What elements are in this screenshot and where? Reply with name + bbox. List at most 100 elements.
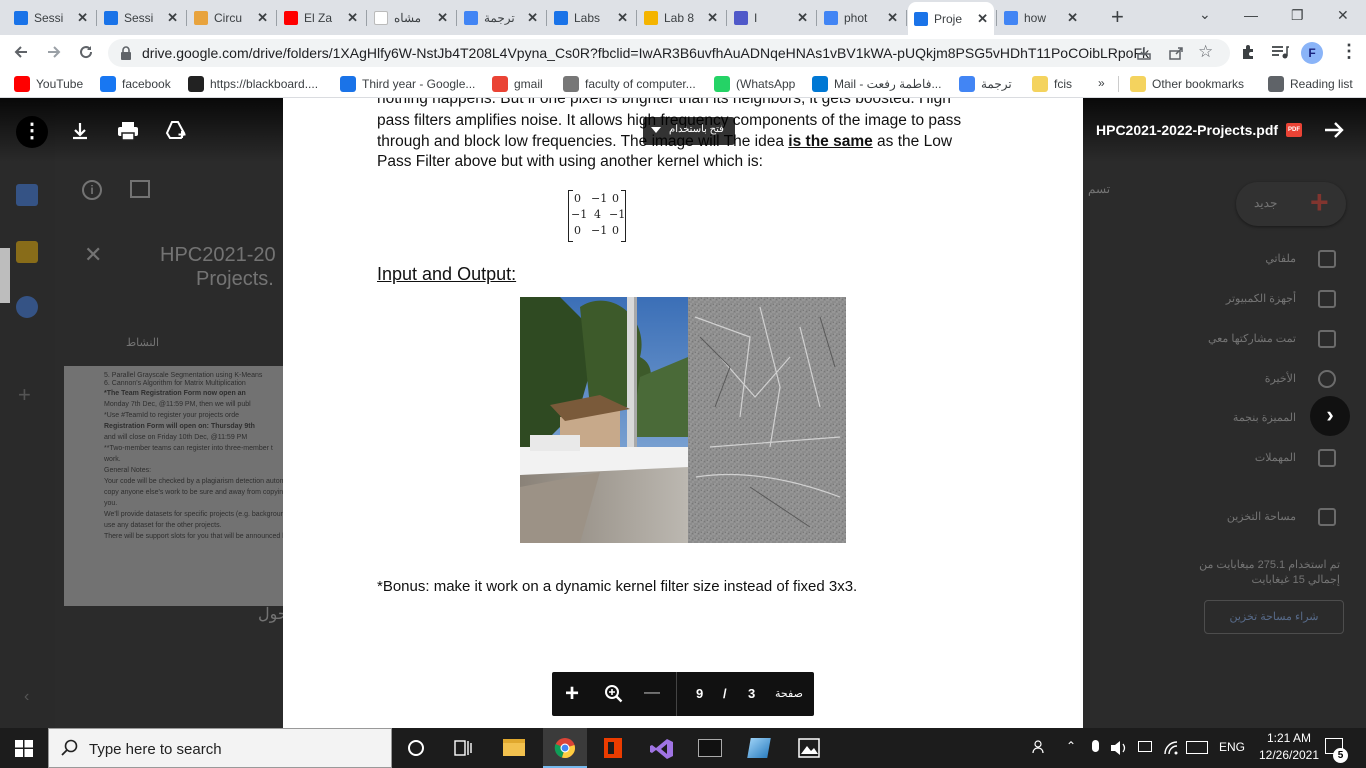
file-explorer-icon[interactable] bbox=[503, 739, 525, 756]
search-icon bbox=[61, 739, 78, 756]
address-bar[interactable]: drive.google.com/drive/folders/1XAgHlfy6… bbox=[108, 39, 1230, 67]
new-tab-icon[interactable]: + bbox=[1111, 4, 1124, 30]
kernel-cell: −1 bbox=[591, 224, 608, 237]
next-file-button[interactable]: › bbox=[1310, 396, 1350, 436]
page-current-input[interactable]: 3 bbox=[748, 686, 755, 701]
windows-start-icon[interactable] bbox=[15, 740, 33, 757]
bookmark-favicon-icon bbox=[812, 76, 828, 92]
install-app-icon[interactable] bbox=[1136, 45, 1152, 61]
visual-studio-icon[interactable] bbox=[650, 738, 674, 760]
close-window-icon[interactable]: ✕ bbox=[1337, 7, 1349, 24]
tab-7[interactable]: Labs ✕ bbox=[548, 4, 634, 32]
tab-4[interactable]: El Za ✕ bbox=[278, 4, 364, 32]
media-control-icon[interactable] bbox=[1271, 44, 1289, 60]
keyboard-icon[interactable] bbox=[1186, 741, 1208, 754]
tab-2[interactable]: Sessi ✕ bbox=[98, 4, 184, 32]
tab-11[interactable]: Proje ✕ bbox=[908, 2, 994, 35]
tab-label: Circu bbox=[214, 11, 243, 25]
bookmark-item[interactable]: Third year - Google... bbox=[340, 76, 475, 92]
tab-close-icon[interactable]: ✕ bbox=[707, 10, 718, 26]
tab-search-chevron-icon[interactable]: ⌄ bbox=[1199, 6, 1211, 23]
reload-icon[interactable] bbox=[77, 43, 95, 61]
microphone-icon[interactable] bbox=[1092, 740, 1099, 752]
open-in-new-window-icon[interactable] bbox=[1323, 120, 1345, 140]
restore-icon[interactable]: ❐ bbox=[1291, 7, 1304, 24]
bookmarks-overflow[interactable]: » bbox=[1098, 76, 1105, 90]
tab-close-icon[interactable]: ✕ bbox=[527, 10, 538, 26]
bookmark-item[interactable]: faculty of computer... bbox=[563, 76, 696, 92]
share-icon[interactable] bbox=[1168, 45, 1184, 61]
people-icon[interactable] bbox=[1032, 739, 1048, 755]
volume-icon[interactable] bbox=[1110, 740, 1128, 756]
tab-close-icon[interactable]: ✕ bbox=[797, 10, 808, 26]
tab-close-icon[interactable]: ✕ bbox=[617, 10, 628, 26]
bookmark-item[interactable]: facebook bbox=[100, 76, 171, 92]
bookmark-item[interactable]: Mail - فاطمة رفعت... bbox=[812, 76, 941, 92]
zoom-icon[interactable] bbox=[604, 684, 624, 704]
tab-6[interactable]: ترجمة ✕ bbox=[458, 4, 544, 32]
preview-line: Monday 7th Dec, @11:59 PM, then we will … bbox=[104, 401, 251, 408]
tab-close-icon[interactable]: ✕ bbox=[257, 10, 268, 26]
clock-date[interactable]: 12/26/2021 bbox=[1249, 748, 1329, 762]
extensions-icon[interactable] bbox=[1240, 44, 1256, 60]
kernel-cell: −1 bbox=[591, 192, 608, 205]
notes-app-icon[interactable] bbox=[747, 738, 771, 758]
minimize-icon[interactable]: — bbox=[1244, 7, 1258, 23]
bookmark-item[interactable]: https://blackboard.... bbox=[188, 76, 318, 92]
back-icon[interactable] bbox=[12, 43, 30, 61]
tab-close-icon[interactable]: ✕ bbox=[167, 10, 178, 26]
tab-close-icon[interactable]: ✕ bbox=[1067, 10, 1078, 26]
tab-5[interactable]: مشاه ✕ bbox=[368, 4, 454, 32]
other-bookmarks[interactable]: Other bookmarks bbox=[1130, 76, 1244, 92]
download-icon[interactable] bbox=[70, 121, 90, 141]
print-icon[interactable] bbox=[117, 121, 139, 141]
tab-close-icon[interactable]: ✕ bbox=[977, 11, 988, 27]
tab-close-icon[interactable]: ✕ bbox=[437, 10, 448, 26]
add-to-drive-icon[interactable] bbox=[165, 120, 187, 140]
bookmark-item[interactable]: fcis bbox=[1032, 76, 1072, 92]
star-icon[interactable]: ☆ bbox=[1198, 42, 1213, 62]
zoom-in-button[interactable]: + bbox=[565, 680, 579, 708]
tab-1[interactable]: Sessi ✕ bbox=[8, 4, 94, 32]
office-icon[interactable] bbox=[604, 738, 622, 758]
bookmark-label: gmail bbox=[514, 77, 543, 91]
bookmark-item[interactable]: (WhatsApp bbox=[714, 76, 795, 92]
bookmark-item[interactable]: YouTube bbox=[14, 76, 83, 92]
forward-icon[interactable] bbox=[45, 43, 63, 61]
scrollbar-thumb[interactable] bbox=[0, 248, 10, 303]
more-options-icon[interactable]: ⋮ bbox=[16, 116, 48, 148]
kernel-cell: −1 bbox=[609, 208, 626, 221]
open-with-dropdown[interactable]: فتح باستخدام bbox=[643, 117, 735, 145]
zoom-out-button[interactable]: — bbox=[644, 684, 660, 702]
wifi-icon[interactable] bbox=[1163, 740, 1179, 756]
tab-3[interactable]: Circu ✕ bbox=[188, 4, 274, 32]
tab-9[interactable]: I ✕ bbox=[728, 4, 814, 32]
input-language[interactable]: ENG bbox=[1219, 740, 1245, 754]
tab-close-icon[interactable]: ✕ bbox=[77, 10, 88, 26]
cortana-icon[interactable] bbox=[408, 740, 424, 756]
battery-icon[interactable] bbox=[1138, 741, 1152, 752]
add-addon-icon: + bbox=[18, 382, 31, 407]
tab-favicon-icon bbox=[734, 11, 748, 25]
lock-icon[interactable] bbox=[120, 46, 132, 60]
clock-time[interactable]: 1:21 AM bbox=[1259, 731, 1319, 745]
tab-close-icon[interactable]: ✕ bbox=[347, 10, 358, 26]
photos-icon[interactable] bbox=[798, 738, 820, 758]
chrome-taskbar-button[interactable] bbox=[543, 728, 587, 768]
taskbar-search-box[interactable]: Type here to search bbox=[48, 728, 392, 768]
tab-10[interactable]: phot ✕ bbox=[818, 4, 904, 32]
tab-separator bbox=[366, 10, 367, 26]
tab-12[interactable]: how ✕ bbox=[998, 4, 1084, 32]
bookmark-item[interactable]: gmail bbox=[492, 76, 543, 92]
tab-separator bbox=[996, 10, 997, 26]
tab-8[interactable]: Lab 8 ✕ bbox=[638, 4, 724, 32]
terminal-icon[interactable] bbox=[698, 739, 722, 757]
tab-close-icon[interactable]: ✕ bbox=[887, 10, 898, 26]
drive-nav-icon bbox=[1318, 449, 1336, 467]
reading-list[interactable]: Reading list bbox=[1268, 76, 1353, 92]
task-view-icon[interactable] bbox=[454, 739, 472, 757]
menu-icon[interactable]: ⋮ bbox=[1340, 41, 1358, 62]
bookmark-item[interactable]: ترجمة bbox=[959, 76, 1012, 92]
profile-avatar[interactable]: F bbox=[1301, 42, 1323, 64]
tray-chevron-icon[interactable]: ⌃ bbox=[1066, 739, 1076, 753]
